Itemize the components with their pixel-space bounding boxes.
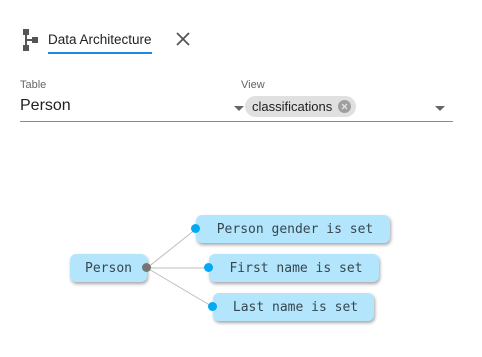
app-root: Data Architecture Table Person View clas…: [0, 0, 482, 357]
graph-node-root[interactable]: Person: [70, 254, 147, 282]
graph-edge: [146, 267, 214, 308]
graph-node-child[interactable]: Last name is set: [213, 293, 374, 321]
graph-node-port: [208, 302, 217, 311]
graph-node-child[interactable]: First name is set: [209, 254, 379, 282]
graph-node-label: Last name is set: [232, 299, 359, 315]
classification-graph: Person Person gender is set First name i…: [0, 0, 482, 357]
graph-node-port: [204, 263, 213, 272]
graph-node-port: [191, 224, 200, 233]
graph-node-label: Person gender is set: [216, 221, 374, 237]
graph-node-child[interactable]: Person gender is set: [196, 215, 390, 243]
graph-edge: [146, 228, 197, 269]
graph-node-label: First name is set: [229, 260, 363, 276]
graph-node-port: [142, 263, 151, 272]
graph-node-label: Person: [85, 260, 132, 276]
